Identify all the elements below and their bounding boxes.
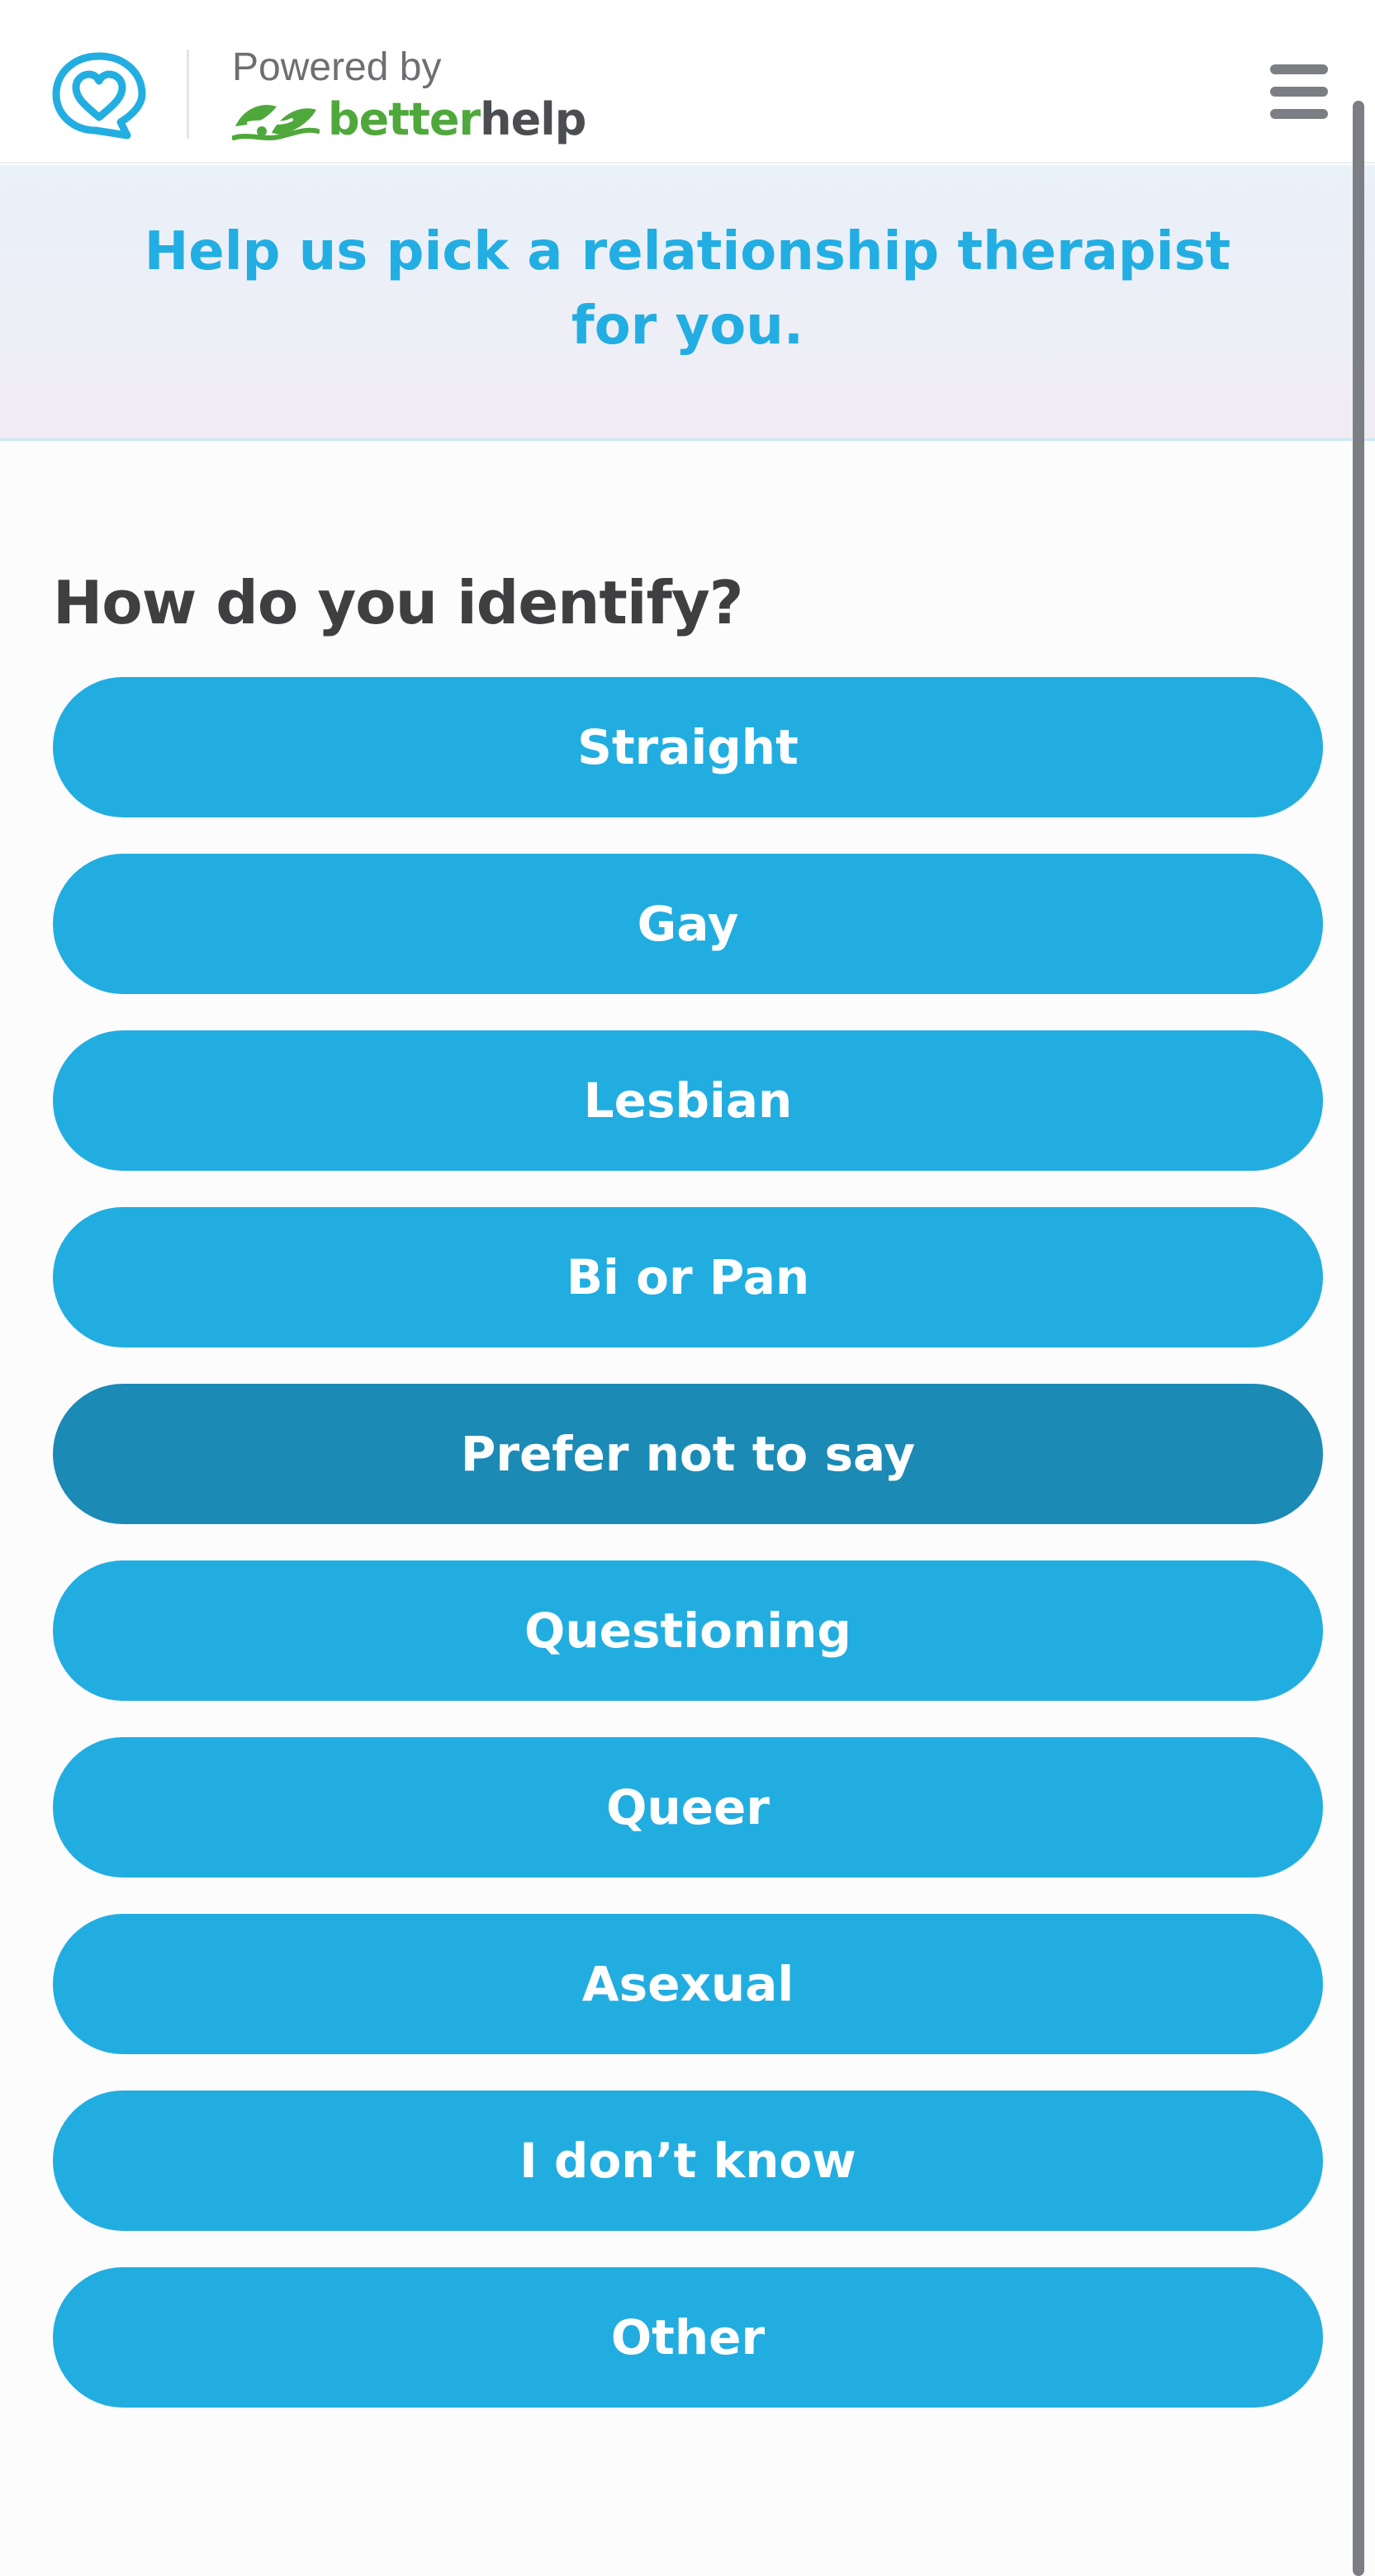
powered-by-label: Powered by — [232, 45, 442, 89]
option-gay-button[interactable]: Gay — [53, 854, 1323, 994]
answer-options: Straight Gay Lesbian Bi or Pan Prefer no… — [53, 677, 1323, 2444]
betterhelp-leaf-icon — [232, 105, 320, 140]
option-asexual-button[interactable]: Asexual — [53, 1914, 1323, 2054]
page-scrollbar[interactable] — [1353, 101, 1364, 2576]
intro-banner: Help us pick a relationship therapist fo… — [0, 165, 1375, 441]
betterhelp-logo[interactable]: betterhelp — [232, 92, 586, 147]
option-questioning-button[interactable]: Questioning — [53, 1560, 1323, 1701]
option-prefer-not-to-say-button[interactable]: Prefer not to say — [53, 1384, 1323, 1524]
menu-bar-middle — [1270, 87, 1328, 97]
site-header: Powered by betterhelp — [0, 0, 1375, 163]
heart-chat-bubble-icon[interactable] — [51, 50, 147, 142]
betterhelp-wordmark: betterhelp — [328, 92, 586, 147]
option-other-button[interactable]: Other — [53, 2267, 1323, 2408]
option-lesbian-button[interactable]: Lesbian — [53, 1030, 1323, 1171]
option-i-dont-know-button[interactable]: I don’t know — [53, 2091, 1323, 2231]
hamburger-menu-icon[interactable] — [1265, 59, 1331, 124]
banner-title: Help us pick a relationship therapist fo… — [144, 221, 1231, 357]
brand-help-text: help — [480, 93, 586, 145]
menu-bar-bottom — [1270, 109, 1328, 119]
menu-bar-top — [1270, 64, 1328, 74]
option-queer-button[interactable]: Queer — [53, 1737, 1323, 1878]
option-bi-or-pan-button[interactable]: Bi or Pan — [53, 1207, 1323, 1347]
page: Powered by betterhelp Help us pick a rel… — [0, 0, 1375, 2576]
option-straight-button[interactable]: Straight — [53, 677, 1323, 817]
question-label: How do you identify? — [53, 568, 744, 637]
brand-divider — [187, 50, 189, 139]
brand-better-text: better — [328, 93, 481, 145]
